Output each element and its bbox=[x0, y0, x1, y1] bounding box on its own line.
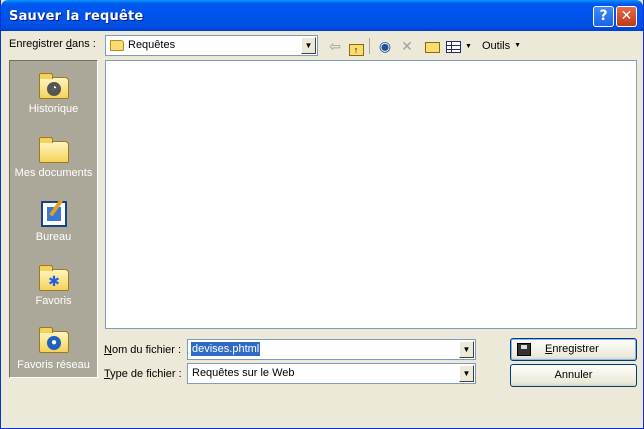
place-my-documents[interactable]: Mes documents bbox=[10, 133, 97, 189]
place-label: Bureau bbox=[35, 231, 72, 243]
dialog-title: Sauver la requête bbox=[9, 9, 144, 24]
save-in-value: Requêtes bbox=[128, 39, 176, 51]
save-in-label: Enregistrer dans : bbox=[9, 38, 96, 50]
place-label: Mes documents bbox=[14, 167, 93, 179]
place-label: Historique bbox=[28, 103, 79, 115]
help-button[interactable]: ? bbox=[593, 6, 614, 27]
up-one-level-icon[interactable]: ↑ bbox=[347, 36, 365, 56]
filename-input[interactable]: devises.phtml ▼ bbox=[187, 339, 476, 360]
folder-icon bbox=[110, 40, 124, 51]
chevron-down-icon[interactable]: ▼ bbox=[459, 341, 474, 358]
place-favorites[interactable]: ✱ Favoris bbox=[10, 261, 97, 317]
place-history[interactable]: ◔ Historique bbox=[10, 69, 97, 125]
floppy-disk-icon bbox=[517, 343, 531, 356]
views-menu-icon[interactable]: ▼ bbox=[446, 36, 476, 56]
filename-value[interactable]: devises.phtml bbox=[191, 342, 261, 356]
filename-label: Nom du fichier : bbox=[104, 344, 182, 356]
filetype-value: Requêtes sur le Web bbox=[192, 367, 295, 379]
place-label: Favoris réseau bbox=[17, 359, 90, 371]
filetype-label: Type de fichier : bbox=[104, 368, 182, 380]
places-bar: ◔ Historique Mes documents Bureau ✱ Favo… bbox=[9, 60, 98, 378]
network-favorites-icon: ● bbox=[38, 325, 70, 355]
new-folder-icon[interactable] bbox=[422, 36, 442, 56]
delete-icon[interactable]: ✕ bbox=[398, 36, 416, 56]
my-documents-icon bbox=[38, 135, 70, 165]
save-in-dropdown[interactable]: Requêtes ▼ bbox=[105, 35, 318, 56]
favorites-icon: ✱ bbox=[38, 263, 70, 293]
chevron-down-icon[interactable]: ▼ bbox=[459, 365, 474, 382]
history-icon: ◔ bbox=[38, 71, 70, 101]
location-toolbar: Enregistrer dans : Requêtes ▼ ⇦ ↑ ◉ ✕ ▼ … bbox=[1, 32, 643, 58]
chevron-down-icon[interactable]: ▼ bbox=[301, 37, 316, 54]
place-label: Favoris bbox=[35, 295, 72, 307]
close-button[interactable]: ✕ bbox=[616, 6, 637, 27]
tools-menu[interactable]: Outils ▼ bbox=[482, 36, 526, 56]
toolbar-divider bbox=[369, 38, 370, 54]
desktop-icon bbox=[38, 199, 70, 229]
file-list-view[interactable] bbox=[105, 60, 637, 329]
save-button[interactable]: Enregistrer bbox=[510, 338, 637, 361]
cancel-button[interactable]: Annuler bbox=[510, 364, 637, 387]
place-network-favorites[interactable]: ● Favoris réseau bbox=[10, 325, 97, 377]
place-desktop[interactable]: Bureau bbox=[10, 197, 97, 253]
save-query-dialog: Sauver la requête ? ✕ Enregistrer dans :… bbox=[0, 0, 644, 429]
filetype-dropdown[interactable]: Requêtes sur le Web ▼ bbox=[187, 363, 476, 384]
title-bar[interactable]: Sauver la requête ? ✕ bbox=[1, 0, 643, 31]
back-arrow-icon[interactable]: ⇦ bbox=[326, 36, 344, 56]
search-web-icon[interactable]: ◉ bbox=[375, 36, 395, 56]
